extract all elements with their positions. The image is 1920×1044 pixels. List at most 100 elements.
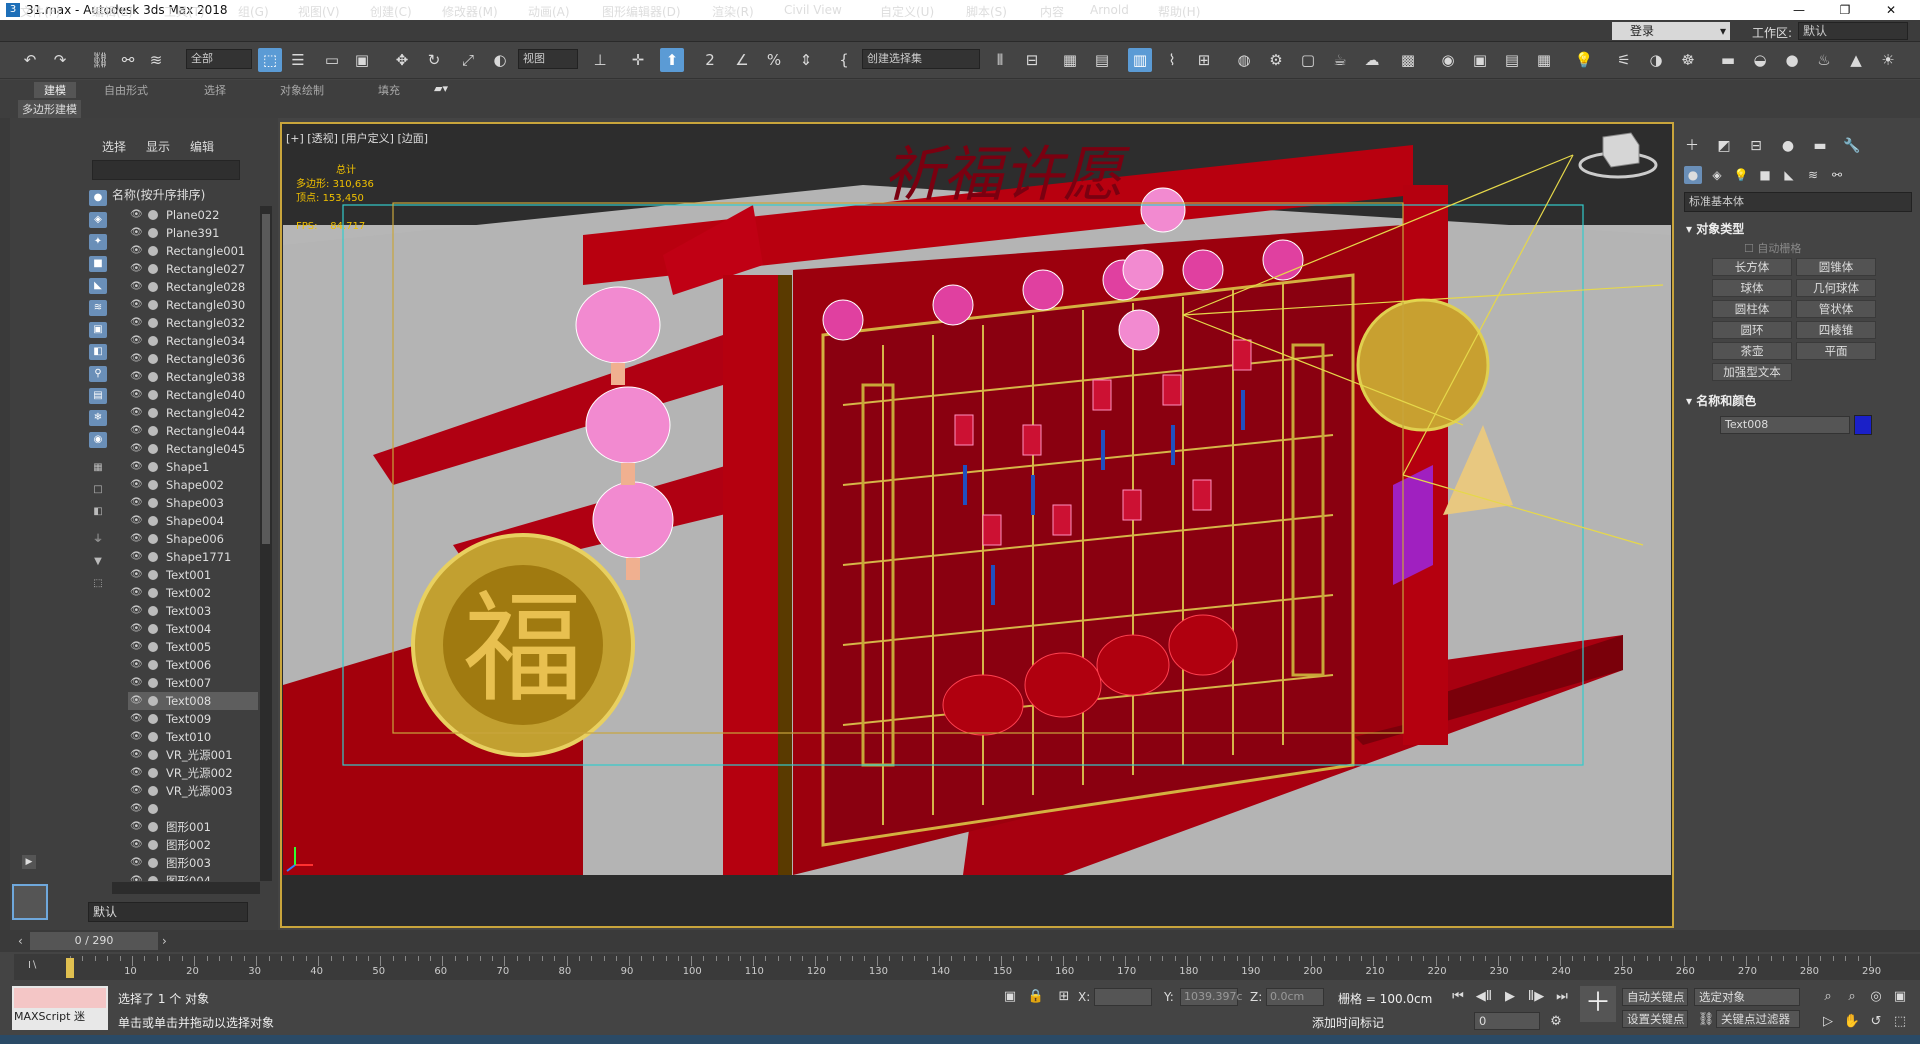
explorer-hscrollbar[interactable] bbox=[112, 882, 260, 894]
vray-ies-icon[interactable]: ▲ bbox=[1844, 48, 1868, 72]
eye-icon[interactable]: 👁 bbox=[130, 332, 143, 350]
bind-space-warp-icon[interactable]: ≋ bbox=[144, 48, 168, 72]
toggle-layer-explorer-icon[interactable]: ▤ bbox=[1090, 48, 1114, 72]
pivot-icon[interactable]: ⊥ bbox=[588, 48, 612, 72]
vray-frame-buffer-icon[interactable]: ◉ bbox=[1436, 48, 1460, 72]
menu-create[interactable]: 创建(C) bbox=[370, 3, 412, 20]
filter-xrefs-icon[interactable]: ◧ bbox=[89, 344, 107, 360]
rendered-frame-icon[interactable]: ▢ bbox=[1296, 48, 1320, 72]
modify-tab-icon[interactable]: ◩ bbox=[1714, 136, 1734, 156]
add-time-tag[interactable]: 添加时间标记 bbox=[1312, 1014, 1384, 1031]
eye-icon[interactable]: 👁 bbox=[130, 602, 143, 620]
menu-edit[interactable]: 编辑(E) bbox=[92, 3, 133, 20]
current-frame-input[interactable]: 0 bbox=[1474, 1012, 1540, 1030]
filter-lights-icon[interactable]: ✦ bbox=[89, 234, 107, 250]
maxscript-listener[interactable]: MAXScript 迷 bbox=[12, 986, 108, 1030]
angle-snap-icon[interactable]: ∠ bbox=[730, 48, 754, 72]
list-item[interactable]: 👁 Text009 bbox=[128, 710, 258, 728]
prev-frame-icon[interactable]: ‹ bbox=[18, 934, 23, 948]
eye-icon[interactable]: 👁 bbox=[130, 530, 143, 548]
minimize-button[interactable]: — bbox=[1776, 0, 1822, 20]
vray-mesh-icon[interactable]: ◑ bbox=[1644, 48, 1668, 72]
menu-arnold[interactable]: Arnold bbox=[1090, 3, 1129, 17]
hierarchy-tab-icon[interactable]: ⊟ bbox=[1746, 136, 1766, 156]
list-item[interactable]: 👁 图形004 bbox=[128, 872, 258, 881]
zoom-all-icon[interactable]: ⌕ bbox=[1842, 987, 1862, 1007]
list-item[interactable]: 👁 Shape004 bbox=[128, 512, 258, 530]
name-color-rollout[interactable]: ▾ 名称和颜色 bbox=[1686, 392, 1756, 409]
menu-group[interactable]: 组(G) bbox=[238, 3, 269, 20]
percent-snap-icon[interactable]: % bbox=[762, 48, 786, 72]
eye-icon[interactable]: 👁 bbox=[130, 440, 143, 458]
textplus-button[interactable]: 加强型文本 bbox=[1712, 363, 1792, 381]
mirror-icon[interactable]: ⫴ bbox=[988, 48, 1012, 72]
list-item[interactable]: 👁 图形002 bbox=[128, 836, 258, 854]
scale-icon[interactable]: ⤢ bbox=[456, 48, 480, 72]
explorer-tab-edit[interactable]: 编辑 bbox=[190, 138, 214, 155]
list-item[interactable]: 👁 Shape1 bbox=[128, 458, 258, 476]
rect-selection-icon[interactable]: ▭ bbox=[320, 48, 344, 72]
curve-editor-icon[interactable]: ⌇ bbox=[1160, 48, 1184, 72]
redo-icon[interactable]: ↷ bbox=[48, 48, 72, 72]
display-tab-icon[interactable]: ▬ bbox=[1810, 136, 1830, 156]
render-icon[interactable]: ☕ bbox=[1328, 48, 1352, 72]
menu-modifiers[interactable]: 修改器(M) bbox=[442, 3, 498, 20]
zoom-extents-all-icon[interactable]: ▣ bbox=[1890, 987, 1910, 1007]
menu-scripting[interactable]: 脚本(S) bbox=[966, 3, 1007, 20]
explorer-column-header[interactable]: 名称(按升序排序) bbox=[112, 186, 205, 203]
vray-render-icon[interactable]: ▣ bbox=[1468, 48, 1492, 72]
render-iterative-icon[interactable]: ▩ bbox=[1396, 48, 1420, 72]
box-button[interactable]: 长方体 bbox=[1712, 258, 1792, 276]
autogrid-checkbox[interactable]: ☐ 自动栅格 bbox=[1744, 240, 1801, 256]
filter-helpers-icon[interactable]: ◣ bbox=[89, 278, 107, 294]
geometry-icon[interactable]: ● bbox=[1684, 166, 1702, 184]
list-item[interactable]: 👁 Shape006 bbox=[128, 530, 258, 548]
list-item[interactable]: 👁 Rectangle027 bbox=[128, 260, 258, 278]
ref-coord-dropdown[interactable]: 视图 bbox=[518, 49, 578, 69]
eye-icon[interactable]: 👁 bbox=[130, 584, 143, 602]
vray-settings-icon[interactable]: ▤ bbox=[1500, 48, 1524, 72]
viewport-layout-button[interactable] bbox=[12, 884, 48, 920]
eye-icon[interactable]: 👁 bbox=[130, 548, 143, 566]
link-icon[interactable]: ⛓ bbox=[88, 48, 112, 72]
rotate-icon[interactable]: ↻ bbox=[422, 48, 446, 72]
menu-animation[interactable]: 动画(A) bbox=[528, 3, 570, 20]
play-icon[interactable]: ▶ bbox=[22, 855, 36, 869]
tube-button[interactable]: 管状体 bbox=[1796, 300, 1876, 318]
menu-views[interactable]: 视图(V) bbox=[298, 3, 340, 20]
eye-icon[interactable]: 👁 bbox=[130, 692, 143, 710]
x-coord-input[interactable] bbox=[1094, 988, 1152, 1006]
geosphere-button[interactable]: 几何球体 bbox=[1796, 279, 1876, 297]
eye-icon[interactable]: 👁 bbox=[130, 386, 143, 404]
close-button[interactable]: ✕ bbox=[1868, 0, 1914, 20]
spinner-snap-icon[interactable]: ⇕ bbox=[794, 48, 818, 72]
eye-icon[interactable]: 👁 bbox=[130, 782, 143, 800]
ribbon-options-icon[interactable]: ▰▾ bbox=[434, 82, 448, 95]
vray-fur-icon[interactable]: ♨ bbox=[1812, 48, 1836, 72]
spacewarps-icon[interactable]: ≋ bbox=[1804, 166, 1822, 184]
next-key-icon[interactable]: Ⅱ▶ bbox=[1526, 987, 1546, 1007]
zoom-extents-icon[interactable]: ◎ bbox=[1866, 987, 1886, 1007]
list-item[interactable]: 👁 Rectangle044 bbox=[128, 422, 258, 440]
workspace-dropdown[interactable]: 默认 bbox=[1798, 22, 1908, 40]
teapot-button[interactable]: 茶壶 bbox=[1712, 342, 1792, 360]
ribbon-tab-object-paint[interactable]: 对象绘制 bbox=[280, 82, 324, 98]
explorer-list[interactable]: 👁 Plane022 👁 Plane391 👁 Rectangle001 👁 Rectangl… bbox=[128, 206, 258, 881]
utilities-tab-icon[interactable]: 🔧 bbox=[1842, 136, 1862, 156]
list-item[interactable]: 👁 Rectangle036 bbox=[128, 350, 258, 368]
list-item[interactable]: 👁 Rectangle032 bbox=[128, 314, 258, 332]
list-item[interactable]: 👁 Text008 bbox=[128, 692, 258, 710]
vray-proxy-icon[interactable]: ☸ bbox=[1676, 48, 1700, 72]
vray-sphere-icon[interactable]: ● bbox=[1780, 48, 1804, 72]
place-icon[interactable]: ◐ bbox=[488, 48, 512, 72]
manipulate-icon[interactable]: ✛ bbox=[626, 48, 650, 72]
ribbon-tab-modeling[interactable]: 建模 bbox=[34, 82, 76, 98]
eye-icon[interactable]: 👁 bbox=[130, 620, 143, 638]
auto-key-button[interactable]: 自动关键点 bbox=[1622, 988, 1688, 1006]
shapes-icon[interactable]: ◈ bbox=[1708, 166, 1726, 184]
list-item[interactable]: 👁 VR_光源002 bbox=[128, 764, 258, 782]
window-crossing-icon[interactable]: ▣ bbox=[350, 48, 374, 72]
object-type-rollout[interactable]: ▾ 对象类型 bbox=[1686, 220, 1744, 237]
layer-icon[interactable]: ⬚ bbox=[89, 576, 107, 592]
schematic-view-icon[interactable]: ⊞ bbox=[1192, 48, 1216, 72]
